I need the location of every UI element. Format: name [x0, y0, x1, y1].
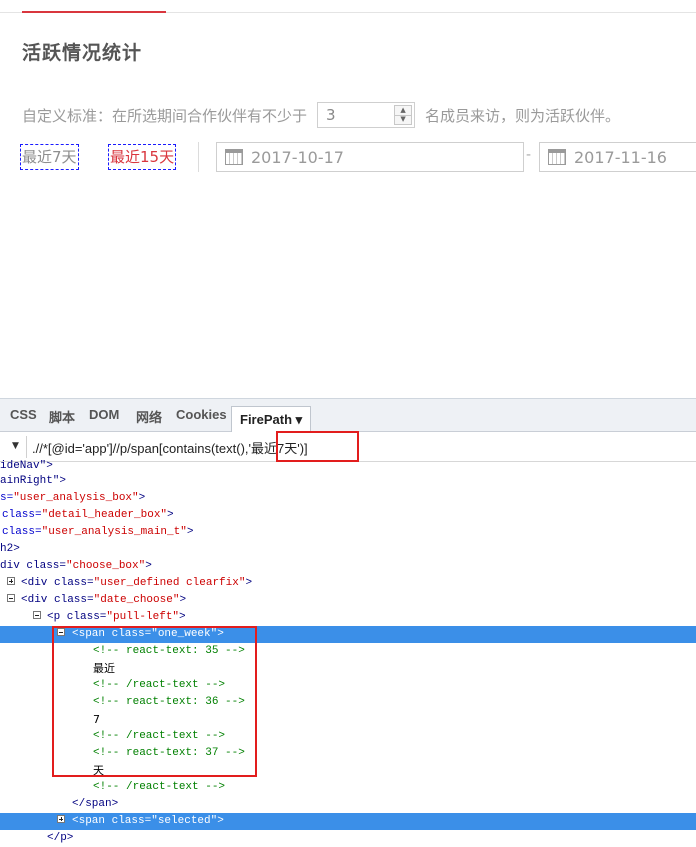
firebug-panel: CSS 脚本 DOM 网络 Cookies FirePath ▾ ▼ .//*[… — [0, 398, 696, 844]
xpath-bar: ▼ .//*[@id='app']//p/span[contains(text(… — [0, 432, 696, 462]
xpath-prefix: .//*[@id='app']//p/span[contains(text(), — [32, 441, 249, 456]
increment-arrow-icon[interactable]: ▲ — [395, 106, 411, 115]
collapse-icon[interactable] — [7, 594, 15, 602]
tree-line: class="user_analysis_main_t"> — [2, 526, 194, 538]
tab-network[interactable]: 网络 — [136, 407, 162, 426]
tab-css[interactable]: CSS — [10, 407, 37, 422]
active-tab-indicator — [22, 11, 166, 13]
expand-icon[interactable] — [7, 577, 15, 585]
collapse-icon[interactable] — [33, 611, 41, 619]
tree-line: 7 — [93, 713, 100, 726]
tree-line: ainRight"> — [0, 475, 67, 487]
tab-script[interactable]: 脚本 — [49, 407, 75, 426]
node-selected-span[interactable]: <span class="selected"> — [0, 813, 696, 830]
tree-line: <!-- react-text: 35 --> — [93, 645, 245, 657]
tree-line[interactable]: <div class="date_choose"> — [21, 592, 186, 609]
selected-node-one-week[interactable]: <span class="one_week"> — [0, 626, 696, 643]
date-range-row: 最近7天 最近15天 2017-10-17 - 2017-11-16 — [20, 142, 696, 172]
last-15-days-button[interactable]: 最近15天 — [108, 144, 177, 170]
page-title: 活跃情况统计 — [22, 42, 143, 64]
tree-line: class="detail_header_box"> — [2, 509, 174, 521]
rule-prefix-label: 自定义标准：在所选期间合作伙伴有不少于 — [22, 106, 308, 125]
decrement-arrow-icon[interactable]: ▼ — [395, 114, 412, 125]
end-date-value: 2017-11-16 — [574, 147, 667, 167]
devtools-tab-bar: CSS 脚本 DOM 网络 Cookies FirePath ▾ — [0, 398, 696, 434]
xpath-highlighted-part: '最近7天')] — [248, 441, 308, 456]
app-content: 活跃情况统计 自定义标准：在所选期间合作伙伴有不少于 ▲ ▼ 名成员来访，则为活… — [0, 0, 696, 400]
tab-firepath[interactable]: FirePath ▾ — [231, 406, 312, 434]
tree-line: s="user_analysis_box"> — [0, 492, 146, 504]
xpath-input[interactable]: .//*[@id='app']//p/span[contains(text(),… — [32, 438, 308, 457]
tree-line: 天 — [93, 764, 104, 777]
last-7-days-button[interactable]: 最近7天 — [20, 144, 79, 170]
collapse-icon[interactable] — [57, 628, 65, 636]
member-count-stepper[interactable]: ▲ ▼ — [317, 102, 416, 128]
chevron-down-icon[interactable]: ▼ — [12, 441, 19, 451]
tree-line: h2> — [0, 543, 20, 555]
start-date-value: 2017-10-17 — [251, 147, 344, 167]
tree-line[interactable]: <div class="user_defined clearfix"> — [21, 575, 252, 592]
tree-line: div class="choose_box"> — [0, 560, 152, 572]
tree-line: <!-- /react-text --> — [93, 679, 226, 691]
rule-suffix-label: 名成员来访，则为活跃伙伴。 — [425, 106, 621, 125]
tree-line: <!-- /react-text --> — [93, 730, 226, 742]
xpath-bar-divider — [26, 436, 27, 458]
calendar-icon — [225, 149, 243, 165]
tree-line[interactable]: <p class="pull-left"> — [47, 609, 186, 626]
end-date-picker[interactable]: 2017-11-16 — [539, 142, 696, 172]
tree-line: </p> — [47, 832, 74, 844]
spin-buttons: ▲ ▼ — [394, 105, 413, 125]
active-standard-row: 自定义标准：在所选期间合作伙伴有不少于 ▲ ▼ 名成员来访，则为活跃伙伴。 — [22, 100, 620, 130]
expand-icon[interactable] — [57, 815, 65, 823]
tree-line: 最近 — [93, 662, 115, 675]
tab-dom[interactable]: DOM — [89, 407, 119, 422]
tree-line: <!-- react-text: 36 --> — [93, 696, 245, 708]
vertical-divider — [198, 142, 199, 172]
tab-cookies[interactable]: Cookies — [176, 407, 227, 422]
date-range-separator: - — [526, 147, 532, 163]
start-date-picker[interactable]: 2017-10-17 — [216, 142, 524, 172]
tree-line: <!-- react-text: 37 --> — [93, 747, 245, 759]
calendar-icon — [548, 149, 566, 165]
tree-line: </span> — [72, 798, 119, 810]
member-count-input[interactable] — [318, 103, 395, 127]
tree-line: <!-- /react-text --> — [93, 781, 226, 793]
